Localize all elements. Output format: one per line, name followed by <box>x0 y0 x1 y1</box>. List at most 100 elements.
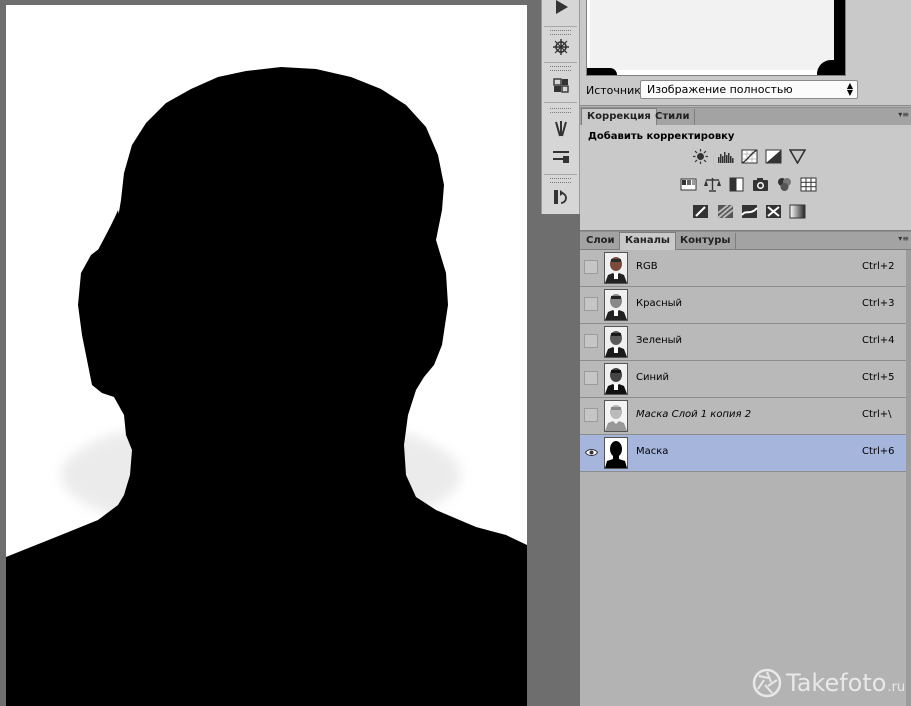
balance-scale-icon <box>704 178 721 192</box>
invert-icon <box>693 205 708 218</box>
eye-icon <box>585 449 598 456</box>
watermark: Takefoto .ru <box>752 666 905 700</box>
tab-layers[interactable]: Слои <box>581 233 621 249</box>
watermark-domain: .ru <box>887 679 906 695</box>
panel-menu-icon[interactable]: ▾≡ <box>898 110 909 119</box>
channel-shortcut: Ctrl+4 <box>862 335 895 346</box>
channel-mixer-icon <box>778 178 791 191</box>
play-action-button[interactable] <box>546 0 575 20</box>
source-label: Источник: <box>586 84 645 97</box>
canvas-workspace <box>0 0 540 706</box>
threshold-button[interactable] <box>741 204 758 219</box>
clone-source-button[interactable] <box>546 143 575 169</box>
history-panel-button[interactable] <box>546 184 575 210</box>
brush-settings-icon <box>552 39 569 55</box>
channel-row-green[interactable]: Зеленый Ctrl+4 <box>580 324 906 361</box>
watermark-brand: Takefoto <box>786 669 887 697</box>
gradient-map-button[interactable] <box>789 204 806 219</box>
channel-name: Маска <box>636 446 669 457</box>
channel-thumbnail <box>604 326 628 358</box>
color-balance-button[interactable] <box>704 177 721 192</box>
exposure-icon <box>765 149 782 164</box>
source-select-value: Изображение полностью <box>647 83 793 96</box>
black-white-button[interactable] <box>728 177 745 192</box>
channel-thumbnail <box>604 437 628 469</box>
curves-icon <box>741 149 758 164</box>
channel-thumbnail <box>604 289 628 321</box>
adjustments-panel: Добавить корректировку <box>580 125 911 231</box>
color-lookup-button[interactable] <box>800 177 817 192</box>
selective-color-button[interactable] <box>765 204 782 219</box>
tool-presets-button[interactable] <box>546 116 575 142</box>
black-white-icon <box>729 177 744 192</box>
aperture-logo-icon <box>752 668 782 698</box>
brush-presets-button[interactable] <box>546 34 575 60</box>
right-panel-dock: Источник: Изображение полностью ▲ ▼ Корре… <box>580 0 911 706</box>
3d-panel-button[interactable] <box>546 72 575 98</box>
vibrance-triangle-icon <box>789 149 806 164</box>
channel-row-rgb[interactable]: RGB Ctrl+2 <box>580 250 906 287</box>
add-adjustment-heading: Добавить корректировку <box>588 131 735 142</box>
selective-color-icon <box>766 205 781 218</box>
hue-saturation-button[interactable] <box>680 177 697 192</box>
panel-tool-strip <box>541 0 580 214</box>
brushes-icon <box>554 121 567 137</box>
visibility-toggle[interactable] <box>584 297 598 311</box>
tab-paths[interactable]: Контуры <box>675 233 737 249</box>
channel-shortcut: Ctrl+6 <box>862 446 895 457</box>
grid-icon <box>800 177 817 192</box>
channels-tab-bar: Слои Каналы Контуры ▾≡ <box>580 231 911 250</box>
navigator-thumbnail <box>590 0 834 70</box>
3d-cube-icon <box>552 78 569 93</box>
visibility-toggle[interactable] <box>584 408 598 422</box>
visibility-toggle[interactable] <box>584 445 598 459</box>
channel-row-layer-mask-copy[interactable]: Маска Слой 1 копия 2 Ctrl+\ <box>580 398 906 435</box>
hue-saturation-icon <box>680 178 697 191</box>
visibility-toggle[interactable] <box>584 260 598 274</box>
tab-styles[interactable]: Стили <box>650 109 696 125</box>
posterize-icon <box>717 204 734 219</box>
channel-row-blue[interactable]: Синий Ctrl+5 <box>580 361 906 398</box>
vibrance-button[interactable] <box>789 149 806 164</box>
levels-button[interactable] <box>717 149 734 164</box>
gradient-icon <box>789 204 806 219</box>
navigator-preview[interactable] <box>586 0 846 76</box>
channel-name: Синий <box>636 372 670 383</box>
channels-scrollbar[interactable] <box>906 250 911 706</box>
channel-thumbnail <box>604 400 628 432</box>
curves-button[interactable] <box>741 149 758 164</box>
channel-shortcut: Ctrl+2 <box>862 261 895 272</box>
chevron-updown-icon: ▲ ▼ <box>846 81 853 97</box>
camera-icon <box>753 178 768 191</box>
channel-thumbnail <box>604 252 628 284</box>
threshold-icon <box>741 205 758 218</box>
visibility-toggle[interactable] <box>584 371 598 385</box>
panel-menu-icon[interactable]: ▾≡ <box>898 234 909 243</box>
tab-channels[interactable]: Каналы <box>619 232 676 250</box>
channel-name: RGB <box>636 261 658 272</box>
clone-stamp-icon <box>552 151 569 163</box>
brightness-icon <box>693 149 708 164</box>
visibility-toggle[interactable] <box>584 334 598 348</box>
photo-filter-button[interactable] <box>752 177 769 192</box>
brightness-contrast-button[interactable] <box>692 149 709 164</box>
channel-mixer-button[interactable] <box>776 177 793 192</box>
play-icon <box>555 0 568 14</box>
source-select[interactable]: Изображение полностью ▲ ▼ <box>640 80 858 99</box>
mask-silhouette-image <box>6 67 527 706</box>
channel-row-red[interactable]: Красный Ctrl+3 <box>580 287 906 324</box>
channel-row-mask[interactable]: Маска Ctrl+6 <box>580 435 906 472</box>
channel-thumbnail <box>604 363 628 395</box>
channel-shortcut: Ctrl+\ <box>862 409 892 420</box>
navigator-panel: Источник: Изображение полностью ▲ ▼ <box>580 0 911 106</box>
channel-name: Красный <box>636 298 683 309</box>
invert-button[interactable] <box>692 204 709 219</box>
history-icon <box>553 190 567 204</box>
tab-adjustments[interactable]: Коррекция <box>581 108 657 126</box>
adjustments-tab-bar: Коррекция Стили ▾≡ <box>580 107 911 126</box>
channel-name: Маска Слой 1 копия 2 <box>636 409 752 420</box>
exposure-button[interactable] <box>765 149 782 164</box>
document-canvas[interactable] <box>6 5 527 706</box>
channel-shortcut: Ctrl+5 <box>862 372 895 383</box>
posterize-button[interactable] <box>717 204 734 219</box>
